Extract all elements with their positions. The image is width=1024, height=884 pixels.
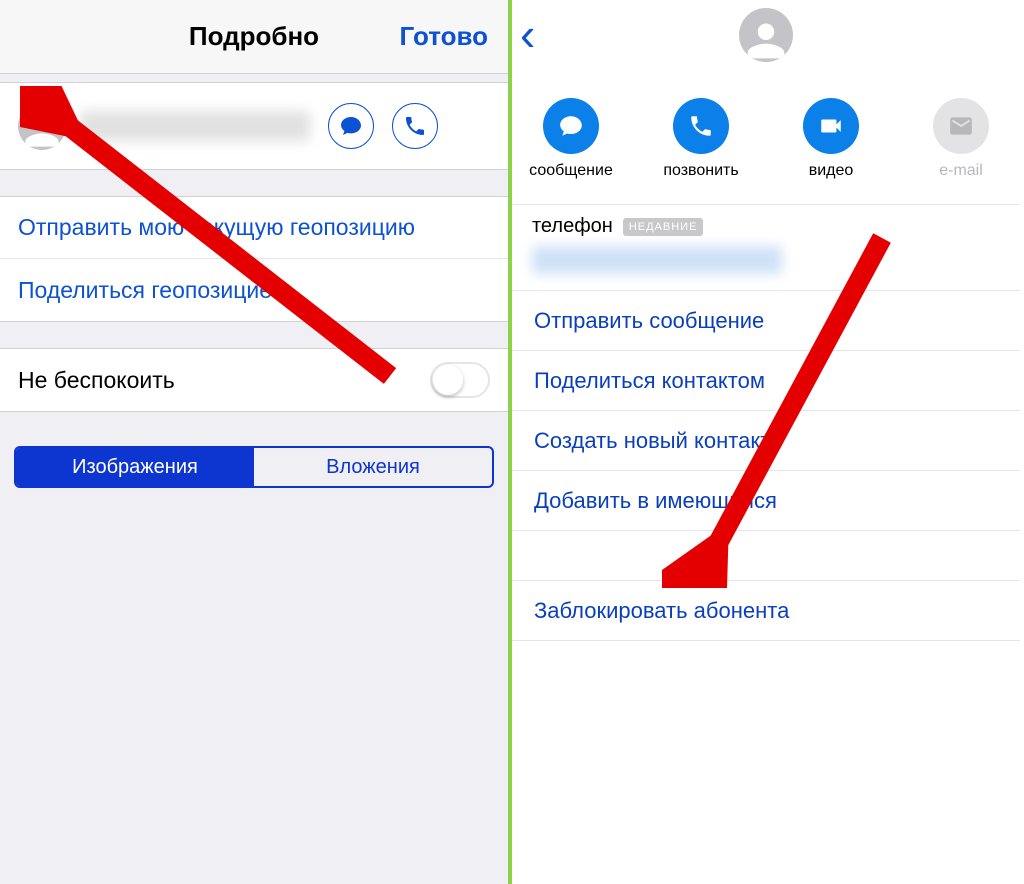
call-button[interactable] xyxy=(392,103,438,149)
contact-options-list: Отправить сообщение Поделиться контактом… xyxy=(512,291,1020,641)
back-button[interactable]: ‹ xyxy=(520,14,535,54)
list-gap xyxy=(512,531,1020,581)
contact-name-blurred xyxy=(80,111,310,141)
action-email: e-mail xyxy=(916,98,1006,180)
action-video[interactable]: видео xyxy=(786,98,876,180)
contact-actions: сообщение позвонить видео e-mail xyxy=(512,70,1020,188)
contact-header-row[interactable] xyxy=(0,82,508,170)
action-message[interactable]: сообщение xyxy=(526,98,616,180)
video-icon xyxy=(803,98,859,154)
send-current-location[interactable]: Отправить мою текущую геопозицию xyxy=(0,197,508,259)
row-create-contact[interactable]: Создать новый контакт xyxy=(512,411,1020,471)
message-icon xyxy=(543,98,599,154)
action-call[interactable]: позвонить xyxy=(656,98,746,180)
recent-badge: НЕДАВНИЕ xyxy=(623,218,704,236)
page-title: Подробно xyxy=(189,21,319,52)
segmented-control[interactable]: Изображения Вложения xyxy=(14,446,494,488)
avatar-icon xyxy=(739,8,793,62)
row-send-message[interactable]: Отправить сообщение xyxy=(512,291,1020,351)
phone-number-blurred xyxy=(532,246,782,274)
row-block-caller[interactable]: Заблокировать абонента xyxy=(512,581,1020,641)
phone-label: телефон xyxy=(532,215,613,238)
done-button[interactable]: Готово xyxy=(400,21,488,52)
do-not-disturb-row: Не беспокоить xyxy=(0,349,508,411)
action-email-label: e-mail xyxy=(939,162,983,180)
do-not-disturb-label: Не беспокоить xyxy=(18,367,175,394)
action-video-label: видео xyxy=(809,162,854,180)
location-group: Отправить мою текущую геопозицию Поделит… xyxy=(0,196,508,322)
email-icon xyxy=(933,98,989,154)
right-header: ‹ xyxy=(512,0,1020,70)
dnd-group: Не беспокоить xyxy=(0,348,508,412)
row-add-existing[interactable]: Добавить в имеющийся xyxy=(512,471,1020,531)
segmented-images[interactable]: Изображения xyxy=(16,448,254,486)
action-message-label: сообщение xyxy=(529,162,613,180)
avatar-icon xyxy=(18,102,66,150)
row-share-contact[interactable]: Поделиться контактом xyxy=(512,351,1020,411)
phone-icon xyxy=(673,98,729,154)
share-location[interactable]: Поделиться геопозицией xyxy=(0,259,508,321)
segmented-attachments[interactable]: Вложения xyxy=(254,448,492,486)
left-header: Подробно Готово xyxy=(0,0,508,74)
do-not-disturb-switch[interactable] xyxy=(430,362,490,398)
phone-section[interactable]: телефон НЕДАВНИЕ xyxy=(512,204,1020,291)
message-button[interactable] xyxy=(328,103,374,149)
action-call-label: позвонить xyxy=(663,162,738,180)
